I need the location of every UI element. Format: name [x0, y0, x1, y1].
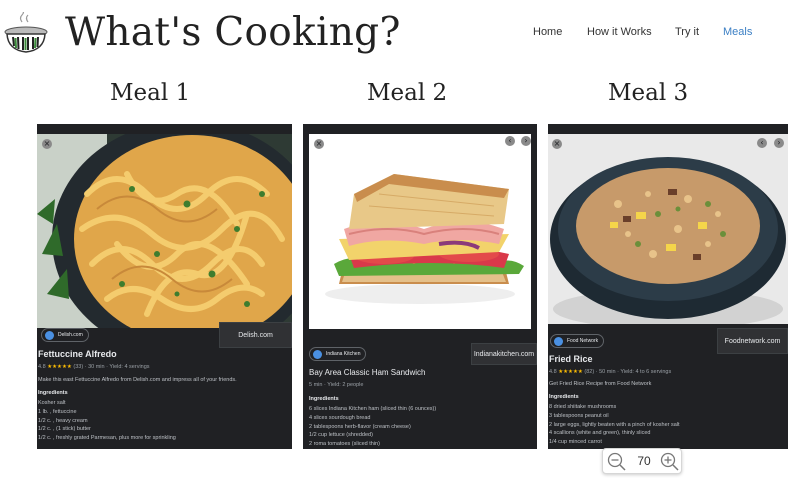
ingredient-item: 4 slices sourdough bread [309, 414, 371, 421]
recipe-description: Make this east Fettuccine Alfredo from D… [38, 377, 237, 383]
main-nav: Home How it Works Try it Meals [0, 26, 806, 42]
ingredients-list: 6 slices Indiana Kitchen ham (sliced thi… [309, 405, 436, 449]
prev-arrow-icon[interactable]: ‹ [757, 138, 767, 148]
ingredient-item: 1/2 c. , heavy cream [38, 417, 88, 424]
visit-site-button[interactable]: Delish.com [219, 322, 292, 348]
ingredient-item: 2 roma tomatoes (sliced thin) [309, 441, 380, 448]
recipe-title[interactable]: Fried Rice [549, 354, 593, 364]
ingredients-list: Kosher salt 1 lb. , fettuccine 1/2 c. , … [38, 399, 176, 443]
recipe-card-1[interactable]: × Delish.com Delish.com Fettuccine Alfre… [37, 124, 292, 449]
prev-arrow-icon[interactable]: ‹ [505, 136, 515, 146]
ham-sandwich-photo [309, 134, 531, 329]
recipe-meta: 5 min · Yield: 2 people [309, 382, 364, 388]
next-arrow-icon[interactable]: › [521, 136, 531, 146]
source-chip[interactable]: Food Network [550, 334, 605, 348]
meal-1-heading: Meal 1 [110, 80, 191, 106]
recipe-card-2[interactable]: × ‹ › Indiana Kitchen Indianakitchen.com… [303, 124, 537, 449]
ingredient-item: 4 scallions (white and green), thinly sl… [549, 430, 651, 437]
zoom-control: 70 [602, 448, 682, 474]
next-arrow-icon[interactable]: › [774, 138, 784, 148]
visit-site-button[interactable]: Indianakitchen.com [471, 343, 537, 365]
recipe-card-3[interactable]: × ‹ › Food Network Foodnetwork.com Fried… [548, 124, 788, 449]
ingredient-item: 3 tablespoons peanut oil [549, 412, 609, 419]
zoom-out-icon[interactable] [607, 452, 626, 471]
fried-rice-photo [548, 134, 788, 329]
zoom-level: 70 [637, 454, 651, 468]
ingredient-item: 2 large eggs, lightly beaten with a pinc… [549, 421, 680, 428]
visit-site-button[interactable]: Foodnetwork.com [717, 328, 788, 354]
recipe-description: Get Fried Rice Recipe from Food Network [549, 381, 652, 387]
source-chip[interactable]: Indiana Kitchen [309, 347, 367, 361]
ingredient-item: 6 slices Indiana Kitchen ham (sliced thi… [309, 406, 437, 412]
rating-stars: ★★★★★ [47, 364, 72, 370]
recipe-title[interactable]: Bay Area Classic Ham Sandwich [309, 368, 426, 377]
nav-home[interactable]: Home [533, 26, 562, 38]
nav-how-it-works[interactable]: How it Works [587, 26, 652, 38]
source-chip[interactable]: Delish.com [41, 328, 89, 342]
recipe-title[interactable]: Fettuccine Alfredo [38, 349, 117, 359]
close-icon[interactable]: × [314, 139, 324, 149]
globe-icon [45, 331, 54, 340]
meal-2-heading: Meal 2 [367, 80, 448, 106]
nav-meals[interactable]: Meals [723, 26, 752, 38]
ingredient-item: 8 dried shiitake mushrooms [549, 404, 617, 410]
ingredient-item: 1/4 cup minced carrot [549, 439, 602, 446]
ingredient-item: 1 lb. , fettuccine [38, 408, 77, 415]
globe-icon [313, 350, 322, 359]
ingredients-heading: Ingredients [309, 396, 339, 402]
meal-3-heading: Meal 3 [608, 80, 689, 106]
ingredients-list: 8 dried shiitake mushrooms 3 tablespoons… [549, 403, 680, 447]
ingredient-item: 1/2 c. , (1 stick) butter [38, 426, 91, 433]
ingredient-item: Kosher salt [38, 400, 66, 406]
ingredient-item: 1/2 cup lettuce (shredded) [309, 432, 373, 439]
nav-try-it[interactable]: Try it [675, 26, 699, 38]
zoom-in-icon[interactable] [660, 452, 679, 471]
ingredient-item: 1/2 c. , freshly grated Parmesan, plus m… [38, 435, 176, 442]
ingredient-item: 2 tablespoons herb-flavor (cream cheese) [309, 423, 411, 430]
close-icon[interactable]: × [42, 139, 52, 149]
globe-icon [554, 337, 563, 346]
recipe-meta: 4.8 ★★★★★ (82) · 50 min · Yield: 4 to 6 … [549, 369, 672, 375]
ingredients-heading: Ingredients [38, 390, 68, 396]
fettuccine-photo [37, 124, 292, 357]
rating-stars: ★★★★★ [558, 369, 583, 375]
recipe-meta: 4.8 ★★★★★ (33) · 30 min · Yield: 4 servi… [38, 364, 150, 370]
close-icon[interactable]: × [552, 139, 562, 149]
ingredients-heading: Ingredients [549, 394, 579, 400]
